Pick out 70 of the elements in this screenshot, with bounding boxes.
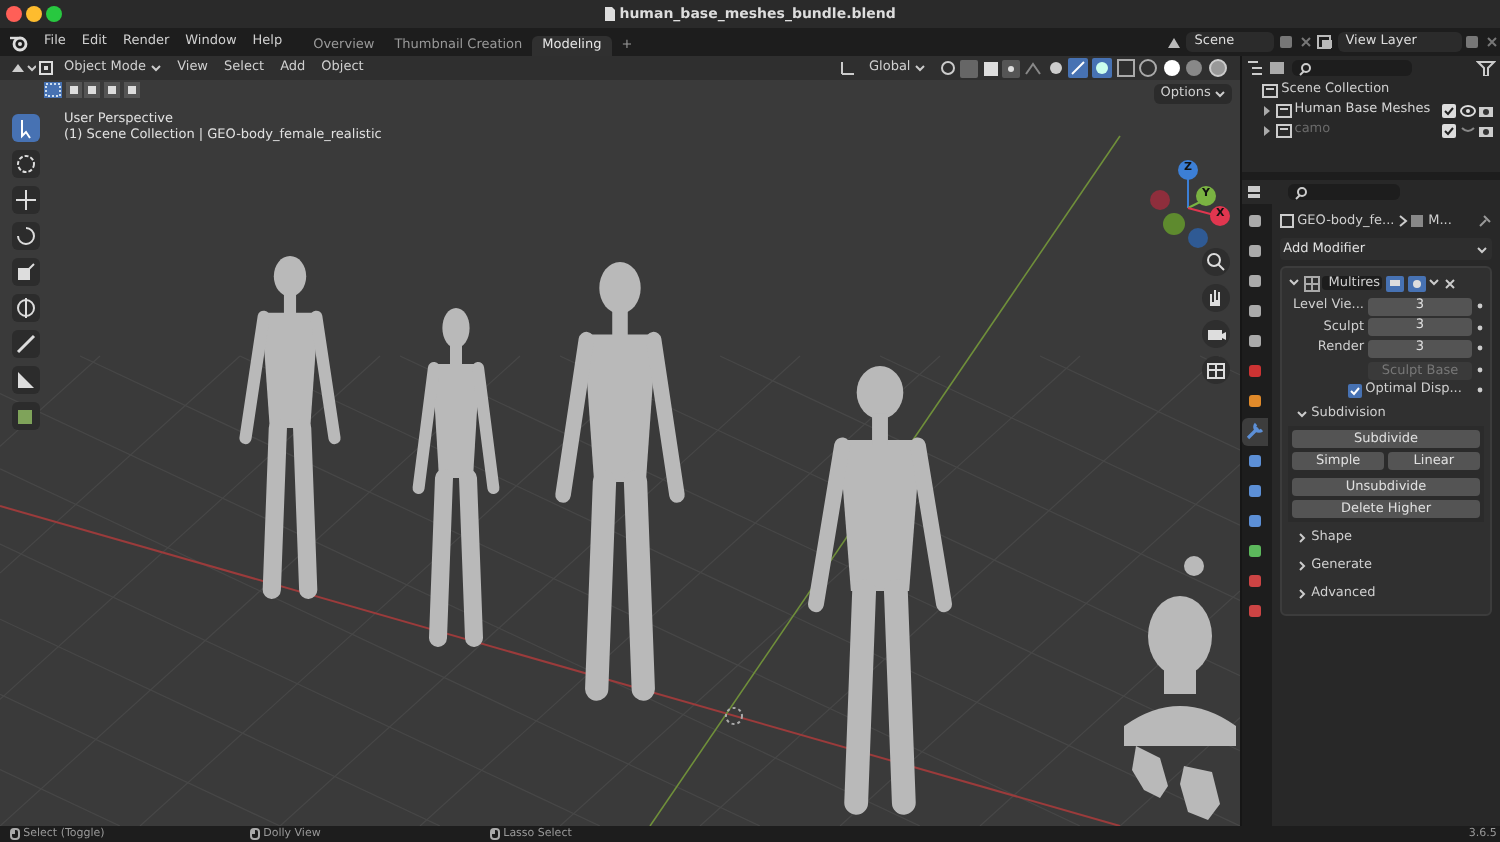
select-intersect-icon[interactable] (123, 82, 139, 98)
snap-target-icon[interactable] (981, 59, 1000, 77)
camera-icon[interactable] (1478, 123, 1495, 137)
scale-icon[interactable] (12, 258, 40, 286)
eye-closed-icon[interactable] (1459, 123, 1475, 137)
keyframe-dot-icon[interactable] (1476, 366, 1484, 374)
measure-icon[interactable] (12, 366, 40, 394)
rendered-shading-icon[interactable] (1208, 58, 1228, 78)
caret-icon (1214, 89, 1226, 98)
collection-icon (1275, 123, 1292, 137)
rotate-icon[interactable] (12, 222, 40, 250)
mouse-icon (10, 828, 20, 840)
multires-icon (1303, 275, 1320, 291)
overlay-toggle-icon[interactable] (1091, 58, 1112, 78)
keyframe-dot-icon[interactable] (1476, 302, 1484, 311)
camera-icon[interactable] (1478, 103, 1495, 117)
move-icon[interactable] (12, 186, 40, 214)
close-icon[interactable] (1443, 277, 1456, 289)
outliner-type-icon[interactable] (1245, 60, 1266, 76)
caret-icon[interactable] (1428, 278, 1441, 288)
search-icon (1297, 61, 1312, 75)
select-extend-icon[interactable] (65, 82, 82, 98)
close-icon[interactable] (1297, 33, 1313, 50)
filter-icon[interactable] (1476, 60, 1497, 76)
eye-icon[interactable] (1459, 103, 1475, 117)
collection-icon (1275, 103, 1292, 117)
display-viewport-icon[interactable] (1385, 275, 1404, 291)
pivot-icon[interactable] (937, 58, 957, 78)
origin-marker-icon (725, 707, 743, 725)
chevron-icon (1397, 214, 1408, 228)
annotate-icon[interactable] (12, 330, 40, 358)
document-icon (604, 6, 617, 22)
display-render-icon[interactable] (1407, 275, 1425, 291)
proportional-edit-icon[interactable] (1002, 59, 1021, 77)
collection-icon (1262, 83, 1278, 97)
caret-icon (149, 63, 162, 72)
search-field[interactable] (1291, 60, 1412, 76)
mouse-icon (250, 828, 260, 840)
close-icon[interactable] (1484, 33, 1500, 50)
select-new-icon[interactable] (44, 82, 62, 98)
wrench-icon (1246, 422, 1264, 441)
select-subtract-icon[interactable] (84, 82, 101, 98)
keyframe-dot-icon[interactable] (1476, 386, 1484, 395)
minimize-window-icon[interactable] (25, 6, 42, 22)
pin-icon[interactable] (1478, 214, 1492, 228)
gizmo-toggle-icon[interactable] (1068, 58, 1089, 78)
keyframe-dot-icon[interactable] (1476, 344, 1484, 353)
properties-type-icon[interactable] (1245, 184, 1266, 200)
select-invert-icon[interactable] (103, 82, 120, 98)
mouse-icon (490, 828, 500, 840)
caret-icon (1476, 245, 1489, 253)
checkbox[interactable] (1441, 103, 1456, 117)
checkbox[interactable] (1441, 123, 1456, 137)
transform-icon[interactable] (12, 294, 40, 322)
axis-gizmo-drawing[interactable] (1150, 160, 1230, 248)
keyframe-dot-icon[interactable] (1476, 323, 1484, 332)
close-window-icon[interactable] (6, 6, 23, 22)
xray-icon[interactable] (1115, 58, 1135, 78)
solid-shading-icon[interactable] (1161, 58, 1182, 78)
layers-icon[interactable] (1316, 33, 1335, 50)
wireframe-shading-icon[interactable] (1138, 58, 1159, 78)
cursor-icon[interactable] (12, 150, 40, 178)
material-shading-icon[interactable] (1184, 58, 1205, 78)
object-mode-icon (36, 58, 56, 78)
search-field[interactable] (1288, 184, 1401, 200)
zoom-window-icon[interactable] (45, 6, 61, 22)
blender-logo-icon[interactable] (10, 33, 30, 51)
zoom-icon[interactable] (1202, 248, 1230, 276)
search-icon (1294, 185, 1309, 199)
caret-icon (913, 63, 926, 72)
